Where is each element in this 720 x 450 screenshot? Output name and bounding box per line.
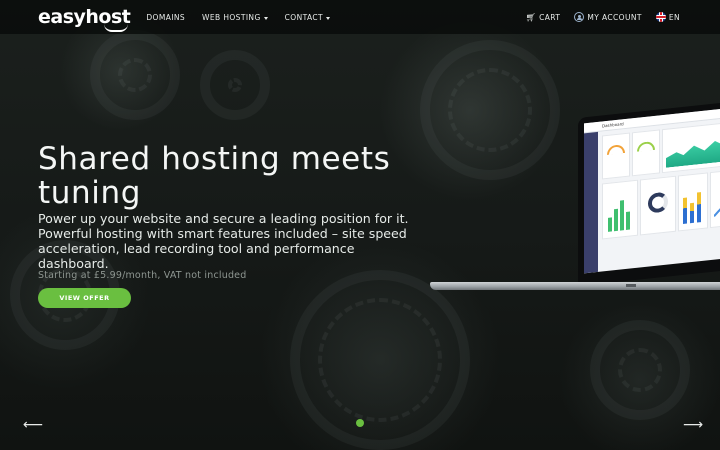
dashboard-card bbox=[632, 129, 660, 177]
nav-contact-label: CONTACT bbox=[284, 12, 324, 22]
dashboard-preview: Dashboard bbox=[584, 106, 720, 274]
laptop-base bbox=[430, 282, 720, 290]
gear-decoration bbox=[200, 50, 270, 120]
dashboard-sidebar bbox=[584, 131, 598, 274]
cart-icon: 🛒︎ bbox=[525, 12, 537, 22]
logo-smile-icon bbox=[104, 24, 129, 32]
dashboard-bar-chart bbox=[602, 179, 638, 240]
nav-contact[interactable]: CONTACT bbox=[284, 12, 331, 22]
dashboard-area-chart bbox=[662, 120, 720, 174]
price-note: Starting at £5.99/month, VAT not include… bbox=[38, 270, 247, 281]
nav-cart[interactable]: 🛒︎ CART bbox=[526, 13, 561, 22]
caret-down-icon bbox=[326, 16, 331, 20]
user-icon bbox=[574, 12, 585, 22]
view-offer-button[interactable]: VIEW OFFER bbox=[38, 288, 131, 308]
nav-domains[interactable]: DOMAINS bbox=[146, 13, 185, 22]
gear-decoration bbox=[90, 30, 180, 120]
laptop-notch bbox=[626, 284, 636, 287]
laptop-illustration: Dashboard bbox=[430, 101, 720, 294]
dashboard-line-chart bbox=[710, 168, 720, 229]
hero-title: Shared hosting meets tuning bbox=[38, 141, 391, 211]
nav-web-hosting-label: WEB HOSTING bbox=[202, 12, 261, 22]
hero-description: Power up your website and secure a leadi… bbox=[38, 211, 409, 271]
nav-language-label: EN bbox=[668, 12, 680, 22]
dashboard-card bbox=[602, 132, 630, 180]
nav-account-label: MY ACCOUNT bbox=[587, 12, 642, 22]
nav-domains-label: DOMAINS bbox=[146, 12, 186, 22]
uk-flag-icon bbox=[655, 12, 666, 22]
nav-right-group: 🛒︎ CART MY ACCOUNT EN bbox=[526, 12, 680, 22]
dashboard-donut bbox=[640, 175, 676, 236]
nav-language[interactable]: EN bbox=[655, 12, 680, 22]
carousel-prev-button[interactable]: ⟵ bbox=[23, 418, 43, 432]
gear-decoration bbox=[290, 270, 470, 450]
arrow-right-icon: ⟶ bbox=[683, 417, 704, 433]
laptop-screen: Dashboard bbox=[578, 101, 720, 286]
carousel-dot-active[interactable] bbox=[356, 419, 364, 427]
caret-down-icon bbox=[263, 16, 268, 20]
arrow-left-icon: ⟵ bbox=[23, 417, 44, 433]
carousel-next-button[interactable]: ⟶ bbox=[683, 418, 703, 432]
dashboard-stacked-bars bbox=[678, 172, 708, 232]
nav-account[interactable]: MY ACCOUNT bbox=[574, 12, 642, 22]
nav-web-hosting[interactable]: WEB HOSTING bbox=[202, 13, 268, 22]
top-navbar: easyhost DOMAINS WEB HOSTING CONTACT 🛒︎ … bbox=[0, 0, 720, 34]
nav-cart-label: CART bbox=[539, 12, 561, 22]
brand-logo[interactable]: easyhost bbox=[38, 7, 131, 32]
gear-decoration bbox=[590, 320, 690, 420]
